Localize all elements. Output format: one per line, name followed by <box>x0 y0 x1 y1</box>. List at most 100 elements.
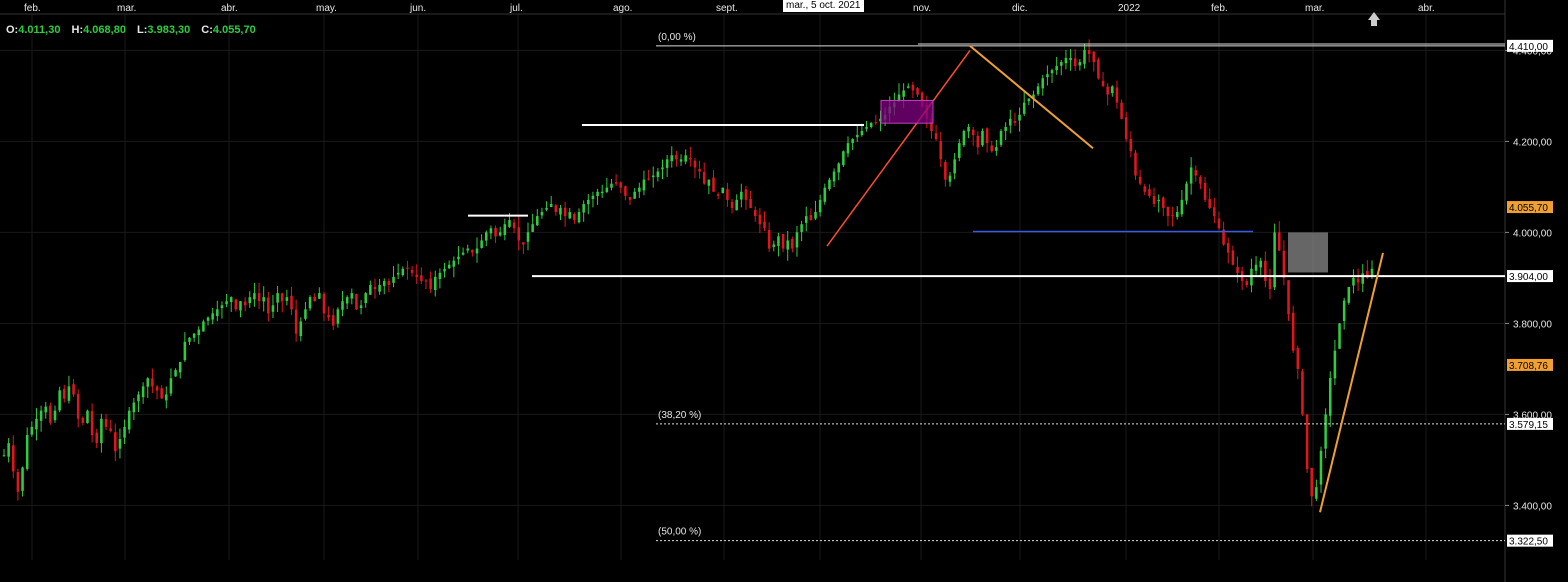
candle-body <box>7 443 10 457</box>
candle-body <box>1101 80 1105 87</box>
candle-body <box>86 410 89 424</box>
candle-body <box>953 159 956 174</box>
candle-body <box>1217 218 1221 229</box>
candle-body <box>1356 278 1360 283</box>
candle-body <box>104 419 108 427</box>
candlestick-chart[interactable]: feb.mar.abr.may.jun.jul.ago.sept.oct.nov… <box>0 0 1568 582</box>
candle-body <box>753 210 757 217</box>
candle-body <box>151 378 154 387</box>
candle-body <box>596 191 599 197</box>
candle-body <box>141 386 145 398</box>
candle-body <box>522 242 525 245</box>
candle-body <box>1287 280 1290 315</box>
candle-body <box>1259 260 1262 268</box>
price-badge-label: 3.322,50 <box>1509 537 1548 548</box>
candle-body <box>823 187 827 202</box>
candle-body <box>271 305 275 312</box>
pink-rectangle[interactable] <box>880 99 934 124</box>
candle-body <box>1027 98 1031 102</box>
candle-body <box>781 233 785 249</box>
candle-body <box>433 276 437 290</box>
candle-body <box>665 159 669 168</box>
candle-body <box>322 293 326 314</box>
candle-body <box>382 280 386 286</box>
candle-body <box>410 270 414 273</box>
candle-body <box>865 126 868 129</box>
candle-body <box>1097 59 1100 79</box>
price-badge-label: 4.055,70 <box>1509 203 1548 214</box>
candle-body <box>1134 152 1137 176</box>
candle-body <box>211 313 214 320</box>
candle-body <box>183 341 187 361</box>
arrow-up-icon[interactable] <box>1368 12 1380 26</box>
candle-body <box>1199 176 1202 184</box>
candle-body <box>944 162 947 180</box>
candle-body <box>786 240 789 250</box>
candle-body <box>675 154 678 160</box>
candle-body <box>860 130 864 136</box>
candle-body <box>971 129 975 136</box>
candle-body <box>267 297 270 314</box>
candle-body <box>452 260 456 267</box>
candle-body <box>800 224 803 232</box>
candle-body <box>628 197 632 200</box>
candle-body <box>327 314 330 318</box>
candle-body <box>457 256 460 260</box>
candle-body <box>392 276 395 283</box>
candle-body <box>1004 126 1007 131</box>
crosshair-date-label: mar., 5 oct. 2021 <box>783 0 864 12</box>
candle-body <box>791 239 794 249</box>
candle-body <box>30 426 34 435</box>
candle-body <box>489 228 493 234</box>
x-tick-label: abr. <box>1418 3 1435 14</box>
candle-body <box>1338 323 1341 349</box>
candle-body <box>1046 74 1049 78</box>
candle-body <box>1333 350 1337 379</box>
candle-body <box>100 418 103 444</box>
candle-body <box>1092 51 1096 63</box>
fibonacci-label: (50,00 %) <box>658 527 701 538</box>
candle-body <box>554 205 558 213</box>
candle-body <box>916 88 919 95</box>
candle-body <box>1361 273 1365 284</box>
candle-body <box>424 280 428 282</box>
candle-body <box>605 187 609 192</box>
candle-body <box>127 410 131 430</box>
candle-body <box>294 309 298 334</box>
candle-body <box>656 171 660 178</box>
candle-body <box>1009 118 1012 126</box>
candle-body <box>206 317 210 321</box>
candle-body <box>869 122 873 128</box>
candle-body <box>981 130 984 146</box>
candle-body <box>262 297 265 302</box>
candle-body <box>749 198 752 208</box>
candle-body <box>461 252 465 255</box>
candle-body <box>958 143 961 158</box>
fibonacci-label: (38,20 %) <box>658 410 701 421</box>
candle-body <box>1245 281 1249 286</box>
low-value: 3.983,30 <box>147 24 191 36</box>
price-badge-label: 3.904,00 <box>1509 272 1548 283</box>
candle-body <box>1069 58 1072 61</box>
candle-body <box>420 275 423 281</box>
candle-body <box>49 405 52 423</box>
candle-body <box>1185 183 1188 201</box>
gray-rectangle[interactable] <box>1288 232 1328 273</box>
candle-body <box>58 390 61 411</box>
candle-body <box>202 321 205 332</box>
candle-body <box>276 293 279 303</box>
candle-body <box>512 222 516 229</box>
candle-body <box>1055 66 1058 71</box>
candle-body <box>1124 117 1128 140</box>
candle-body <box>1106 86 1109 95</box>
candle-body <box>67 386 71 401</box>
candle-body <box>1129 138 1133 152</box>
candle-body <box>345 297 349 304</box>
candle-body <box>475 248 479 254</box>
candle-body <box>763 221 766 229</box>
candle-body <box>647 178 650 180</box>
candle-body <box>192 333 196 338</box>
x-tick-label: ago. <box>613 3 632 14</box>
open-value: 4.011,30 <box>18 24 61 36</box>
candle-body <box>53 410 57 421</box>
